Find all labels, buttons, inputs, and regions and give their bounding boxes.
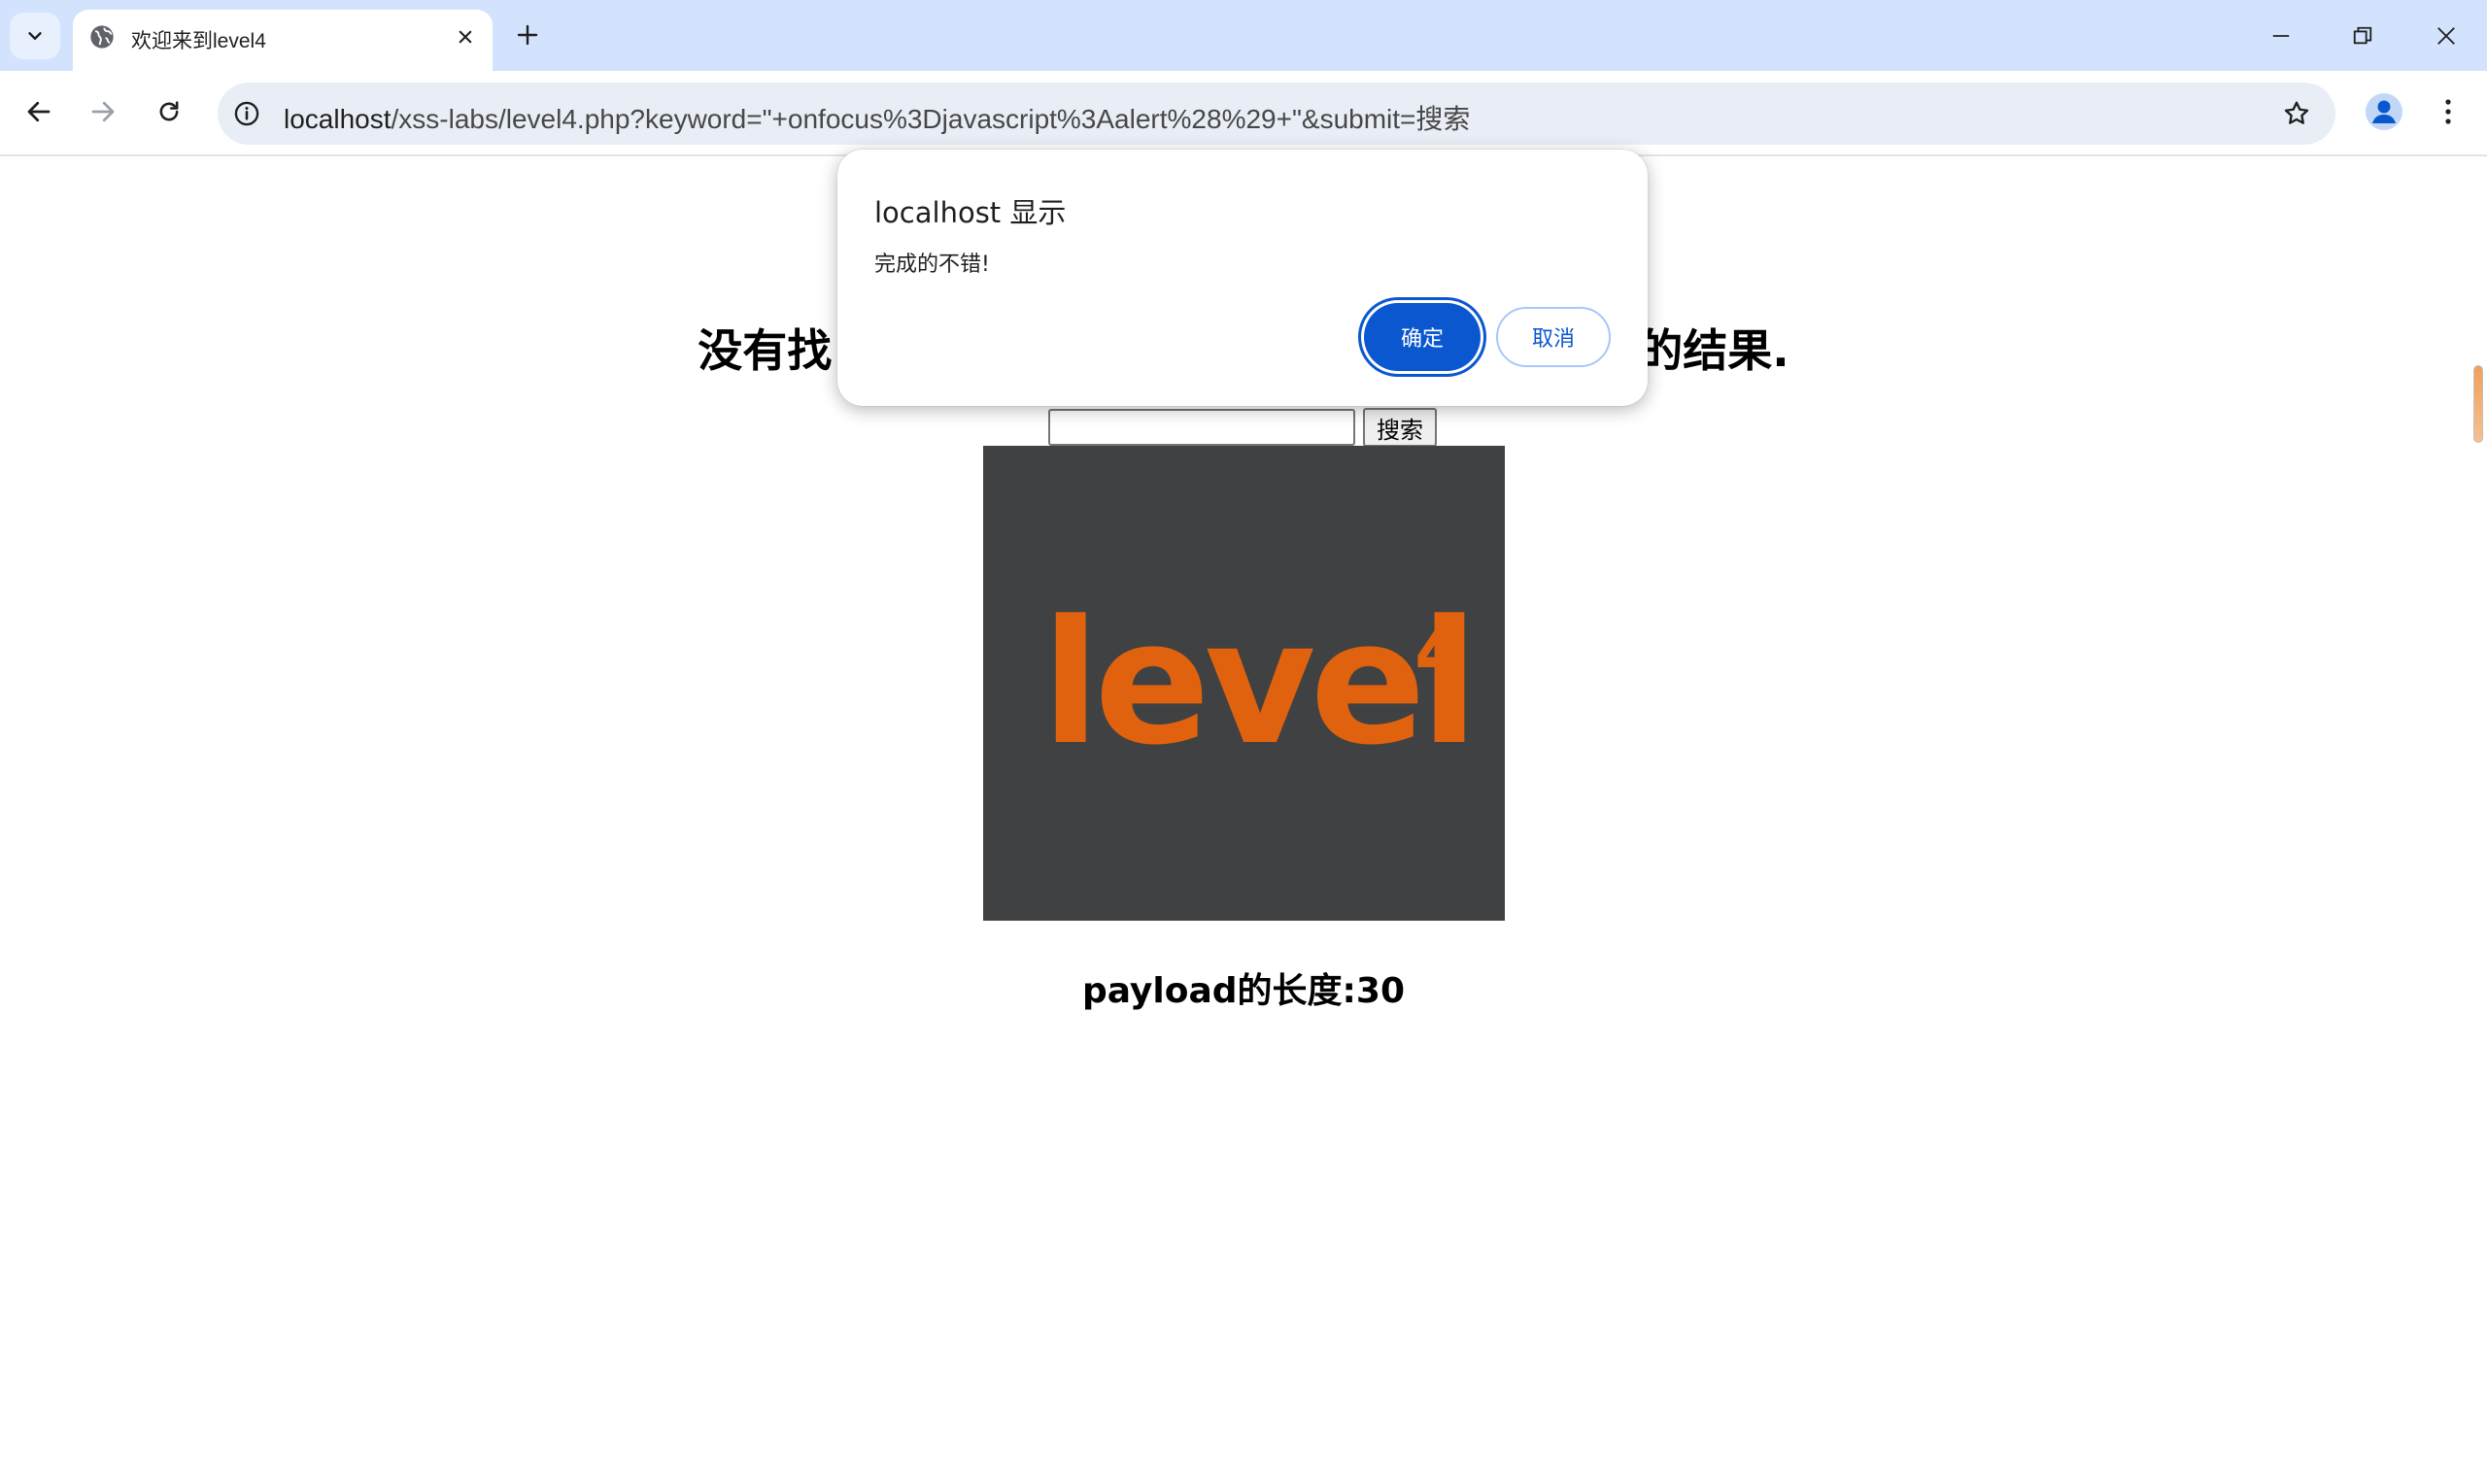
site-info-button[interactable] — [229, 96, 264, 131]
logo-text: level — [1041, 584, 1473, 783]
forward-button[interactable] — [80, 88, 126, 135]
level-logo-image: level 4 — [983, 446, 1505, 921]
browser-toolbar: localhost/xss-labs/level4.php?keyword="+… — [0, 71, 2487, 156]
payload-length-text: payload的长度:30 — [1081, 971, 1406, 1011]
new-tab-button[interactable] — [508, 16, 547, 54]
chevron-down-icon — [28, 32, 42, 40]
star-icon — [2284, 101, 2309, 124]
browser-menu-button[interactable] — [2427, 88, 2470, 135]
url-path: /xss-labs/level4.php?keyword="+onfocus%3… — [391, 104, 1471, 134]
tab-close-button[interactable] — [450, 21, 481, 52]
ok-button[interactable]: 确定 — [1364, 303, 1481, 371]
level-logo-graphic: level 4 — [1041, 584, 1479, 783]
reload-button[interactable] — [146, 88, 192, 135]
cancel-button[interactable]: 取消 — [1496, 307, 1611, 367]
search-input[interactable] — [1048, 409, 1355, 446]
restore-button[interactable] — [2334, 12, 2392, 60]
tab-title: 欢迎来到level4 — [131, 30, 266, 52]
url-text[interactable]: localhost/xss-labs/level4.php?keyword="+… — [284, 98, 1470, 137]
close-icon — [2437, 27, 2455, 45]
dialog-title: localhost 显示 — [874, 196, 1067, 229]
tab-search-button[interactable] — [10, 13, 60, 59]
kebab-menu-icon — [2445, 99, 2451, 124]
minimize-icon — [2272, 35, 2290, 37]
tab-strip: 欢迎来到level4 — [0, 0, 2487, 71]
window-close-button[interactable] — [2417, 12, 2475, 60]
active-tab[interactable]: 欢迎来到level4 — [73, 10, 493, 71]
url-host: localhost — [284, 104, 392, 134]
address-bar[interactable]: localhost/xss-labs/level4.php?keyword="+… — [218, 83, 2335, 145]
search-form: 搜索 — [1048, 407, 1437, 448]
search-button[interactable]: 搜索 — [1363, 408, 1437, 447]
heading-right-text: 的结果. — [1638, 324, 1789, 377]
dialog-message: 完成的不错! — [874, 253, 990, 277]
close-icon — [459, 30, 472, 44]
plus-icon — [517, 24, 538, 46]
bookmark-button[interactable] — [2277, 94, 2316, 133]
info-icon — [234, 101, 259, 126]
logo-superscript: 4 — [1414, 608, 1466, 694]
back-button[interactable] — [16, 88, 62, 135]
heading-left-text: 没有找 — [698, 324, 833, 377]
restore-icon — [2353, 26, 2372, 45]
arrow-right-icon — [91, 101, 115, 122]
minimize-button[interactable] — [2252, 12, 2310, 60]
profile-button[interactable] — [2361, 88, 2407, 135]
arrow-left-icon — [27, 101, 51, 122]
scrollbar-thumb[interactable] — [2473, 365, 2483, 443]
avatar-icon — [2366, 93, 2402, 130]
reload-icon — [159, 101, 179, 121]
alert-dialog: localhost 显示 完成的不错! 确定 取消 — [837, 150, 1648, 406]
globe-icon — [90, 25, 114, 49]
